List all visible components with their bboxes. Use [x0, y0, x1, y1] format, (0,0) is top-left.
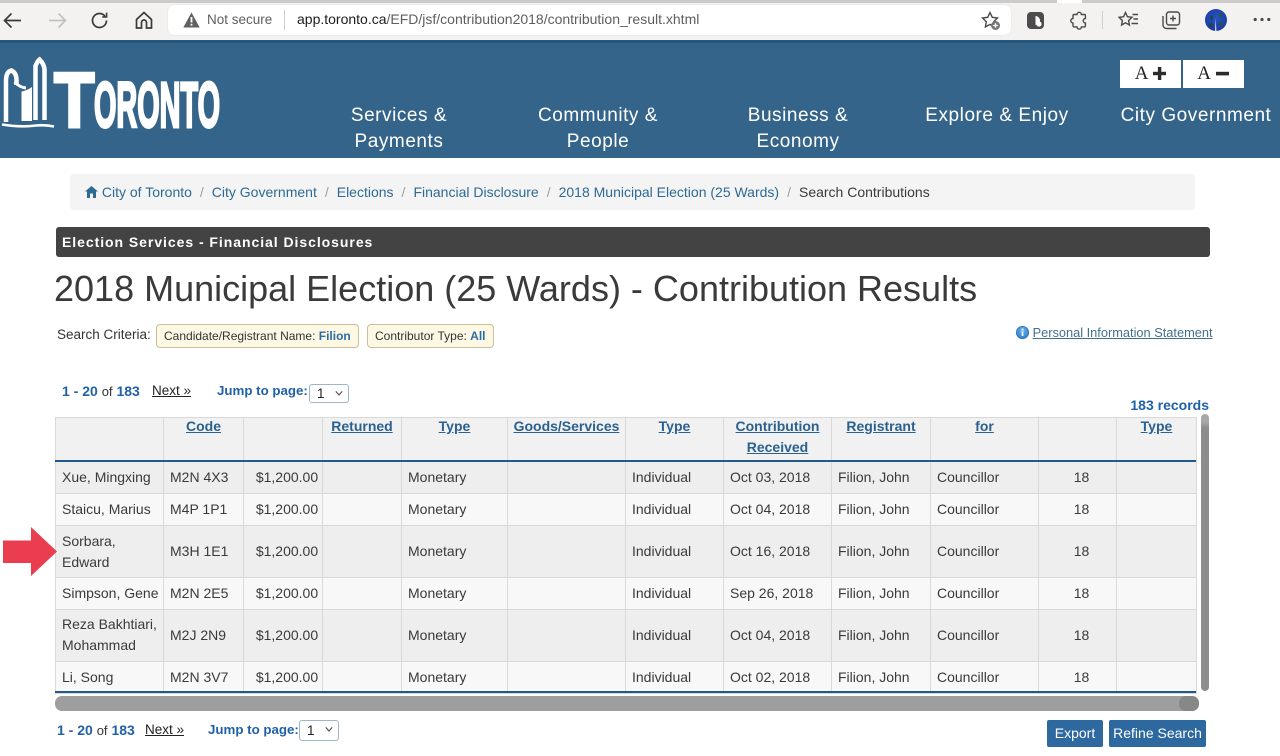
svg-text:ORONTO: ORONTO: [94, 69, 220, 141]
svg-text:T: T: [54, 57, 95, 144]
